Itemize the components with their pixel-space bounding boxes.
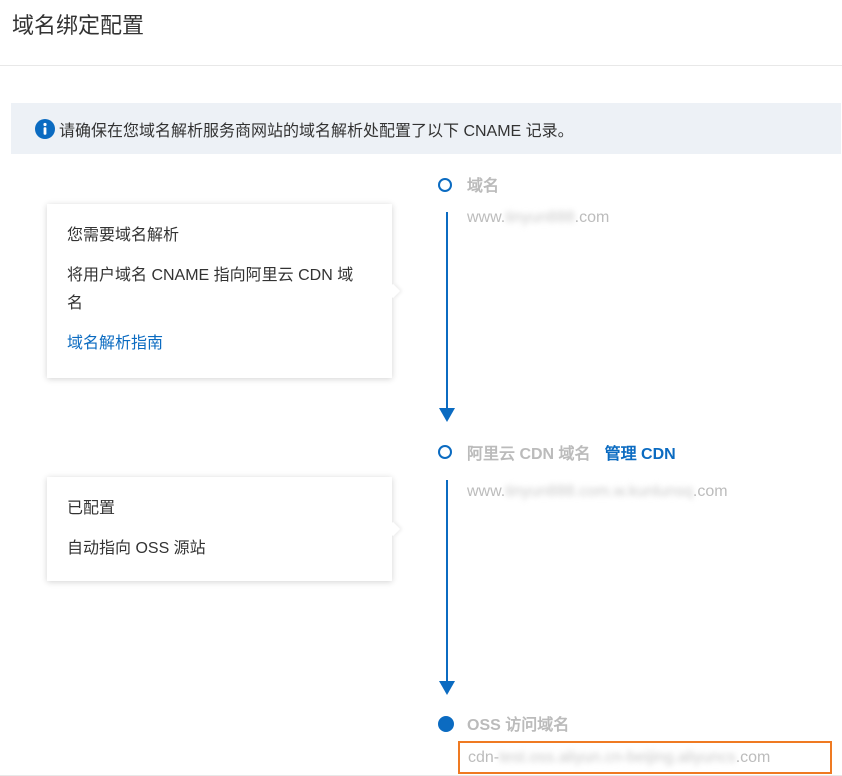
flow-arrow-2 [439,681,455,695]
step-title-domain: 域名 [467,178,500,195]
step-title-oss: OSS 访问域名 [467,717,570,734]
card-description: 自动指向 OSS 源站 [67,540,206,557]
dns-guide-link[interactable]: 域名解析指南 [67,330,372,358]
oss-domain-highlight: cdn-test.oss.aliyun.cn-beijing.aliyuncs.… [458,741,832,774]
card-description: 将用户域名 CNAME 指向阿里云 CDN 域名 [67,267,354,312]
dns-resolution-card: 您需要域名解析 将用户域名 CNAME 指向阿里云 CDN 域名 域名解析指南 [47,204,392,378]
step-dot-domain [438,178,452,192]
flow-arrow-1 [439,408,455,422]
step-dot-cdn [438,445,452,459]
oss-suffix: .com [735,748,771,766]
info-icon [35,118,55,139]
cdn-title-text: 阿里云 CDN 域名 [467,446,591,463]
flow-line-1 [446,212,448,408]
header-divider [0,65,842,66]
step-title-cdn: 阿里云 CDN 域名 管理 CDN [467,440,676,464]
cdn-redacted: tinyun888.com.w.kunlunsq [505,483,693,500]
flow-line-2 [446,480,448,681]
card-heading: 已配置 [67,500,116,517]
step-value-cdn: www.tinyun888.com.w.kunlunsq.com [467,483,728,501]
cdn-suffix: .com [692,483,728,500]
domain-prefix: www. [467,209,506,226]
cdn-prefix: www. [467,483,506,500]
configured-card: 已配置 自动指向 OSS 源站 [47,477,392,581]
oss-redacted: test.oss.aliyun.cn-beijing.aliyuncs [499,748,736,766]
notice-text: 请确保在您域名解析服务商网站的域名解析处配置了以下 CNAME 记录。 [59,122,574,140]
card-heading: 您需要域名解析 [67,227,180,244]
step-dot-oss [438,716,454,732]
manage-cdn-link[interactable]: 管理 CDN [605,446,676,463]
domain-redacted: tinyun888 [505,209,575,226]
cname-notice: 请确保在您域名解析服务商网站的域名解析处配置了以下 CNAME 记录。 [11,103,841,154]
domain-suffix: .com [574,209,610,226]
step-value-domain: www.tinyun888.com [467,209,609,227]
page-title: 域名绑定配置 [12,13,145,38]
oss-prefix: cdn- [468,748,500,766]
